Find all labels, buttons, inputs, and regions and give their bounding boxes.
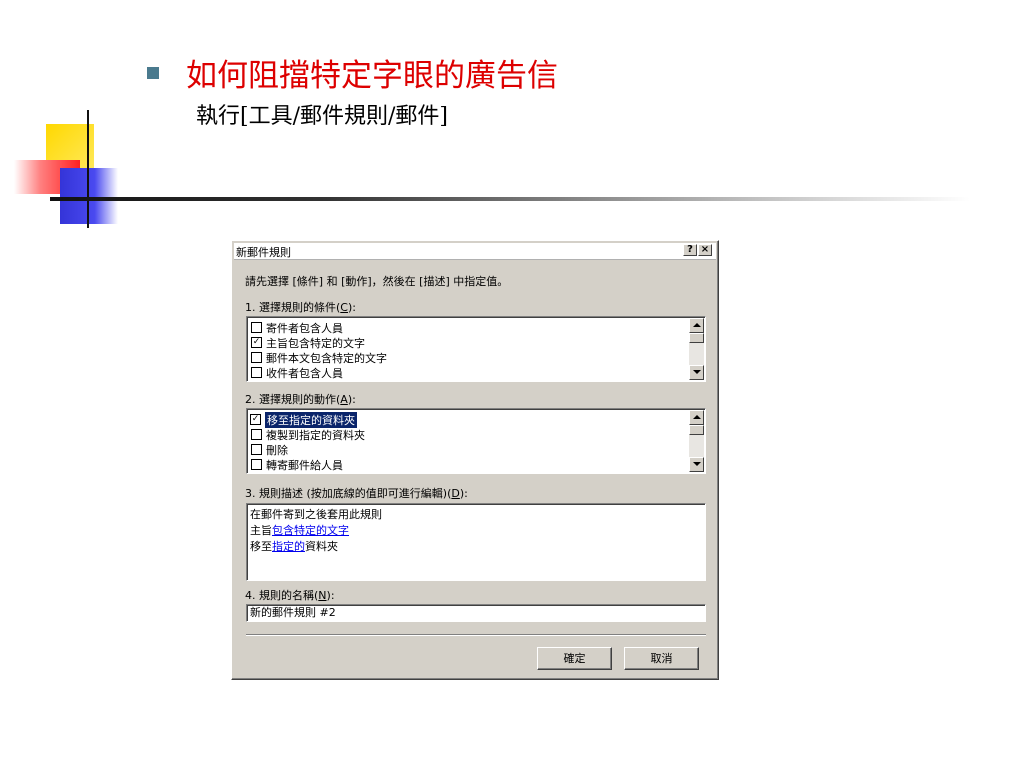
description-line: 在郵件寄到之後套用此規則: [250, 508, 382, 521]
action-item[interactable]: 複製到指定的資料夾: [251, 427, 365, 442]
description-line: 主旨包含特定的文字: [250, 524, 349, 537]
checkbox-icon[interactable]: [251, 459, 262, 470]
close-button[interactable]: ×: [698, 244, 712, 256]
scroll-thumb[interactable]: [689, 333, 704, 343]
slide-title: 如何阻擋特定字眼的廣告信: [186, 58, 558, 94]
scroll-up-button[interactable]: [689, 410, 704, 425]
conditions-label: 1. 選擇規則的條件(C):: [245, 301, 356, 314]
decor-vertical-line: [87, 110, 89, 228]
checkbox-icon[interactable]: [251, 367, 262, 378]
ok-button[interactable]: 確定: [537, 647, 612, 670]
checkbox-checked-icon[interactable]: ✓: [251, 337, 262, 348]
action-item[interactable]: 轉寄郵件給人員: [251, 457, 343, 472]
arrow-down-icon: [693, 462, 701, 466]
cancel-button[interactable]: 取消: [624, 647, 699, 670]
text-value-link[interactable]: 包含特定的文字: [272, 524, 349, 537]
rule-name-label: 4. 規則的名稱(N):: [245, 589, 335, 602]
arrow-up-icon: [693, 415, 701, 419]
decor-horizontal-rule: [50, 197, 970, 201]
checkbox-icon[interactable]: [251, 444, 262, 455]
slide-subtitle: 執行[工具/郵件規則/郵件]: [196, 104, 448, 129]
condition-item[interactable]: ✓ 主旨包含特定的文字: [251, 335, 365, 350]
description-label: 3. 規則描述 (按加底線的值即可進行編輯)(D):: [245, 487, 468, 500]
scroll-down-button[interactable]: [689, 457, 704, 472]
arrow-up-icon: [693, 323, 701, 327]
actions-scrollbar[interactable]: [689, 410, 704, 472]
scroll-up-button[interactable]: [689, 318, 704, 333]
separator: [246, 634, 706, 636]
action-item[interactable]: 刪除: [251, 442, 288, 457]
help-button[interactable]: ?: [683, 244, 697, 256]
bullet-icon: [147, 67, 159, 79]
instruction-text: 請先選擇 [條件] 和 [動作]，然後在 [描述] 中指定值。: [245, 275, 509, 288]
rule-description-box: 在郵件寄到之後套用此規則 主旨包含特定的文字 移至指定的資料夾: [246, 503, 706, 581]
checkbox-icon[interactable]: [251, 352, 262, 363]
dialog-titlebar[interactable]: 新郵件規則 ? ×: [234, 243, 716, 260]
scroll-down-button[interactable]: [689, 365, 704, 380]
description-line: 移至指定的資料夾: [250, 540, 338, 553]
arrow-down-icon: [693, 370, 701, 374]
new-rule-dialog: 新郵件規則 ? × 請先選擇 [條件] 和 [動作]，然後在 [描述] 中指定值…: [231, 240, 719, 680]
scroll-thumb[interactable]: [689, 425, 704, 435]
condition-item[interactable]: 寄件者包含人員: [251, 320, 343, 335]
condition-item[interactable]: 收件者包含人員: [251, 365, 343, 380]
dialog-title: 新郵件規則: [236, 246, 291, 259]
condition-item[interactable]: 郵件本文包含特定的文字: [251, 350, 387, 365]
actions-label: 2. 選擇規則的動作(A):: [245, 393, 356, 406]
conditions-listbox[interactable]: 寄件者包含人員 ✓ 主旨包含特定的文字 郵件本文包含特定的文字 收件者包含人員: [246, 316, 706, 382]
checkbox-icon[interactable]: [251, 429, 262, 440]
actions-listbox[interactable]: ✓ 移至指定的資料夾 複製到指定的資料夾 刪除 轉寄郵件給人員: [246, 408, 706, 474]
action-item-selected[interactable]: ✓ 移至指定的資料夾: [250, 411, 357, 428]
decor-blue-square: [60, 168, 118, 224]
checkbox-checked-icon[interactable]: ✓: [250, 414, 261, 425]
conditions-scrollbar[interactable]: [689, 318, 704, 380]
folder-value-link[interactable]: 指定的: [272, 540, 305, 553]
checkbox-icon[interactable]: [251, 322, 262, 333]
rule-name-input[interactable]: 新的郵件規則 #2: [246, 604, 706, 622]
